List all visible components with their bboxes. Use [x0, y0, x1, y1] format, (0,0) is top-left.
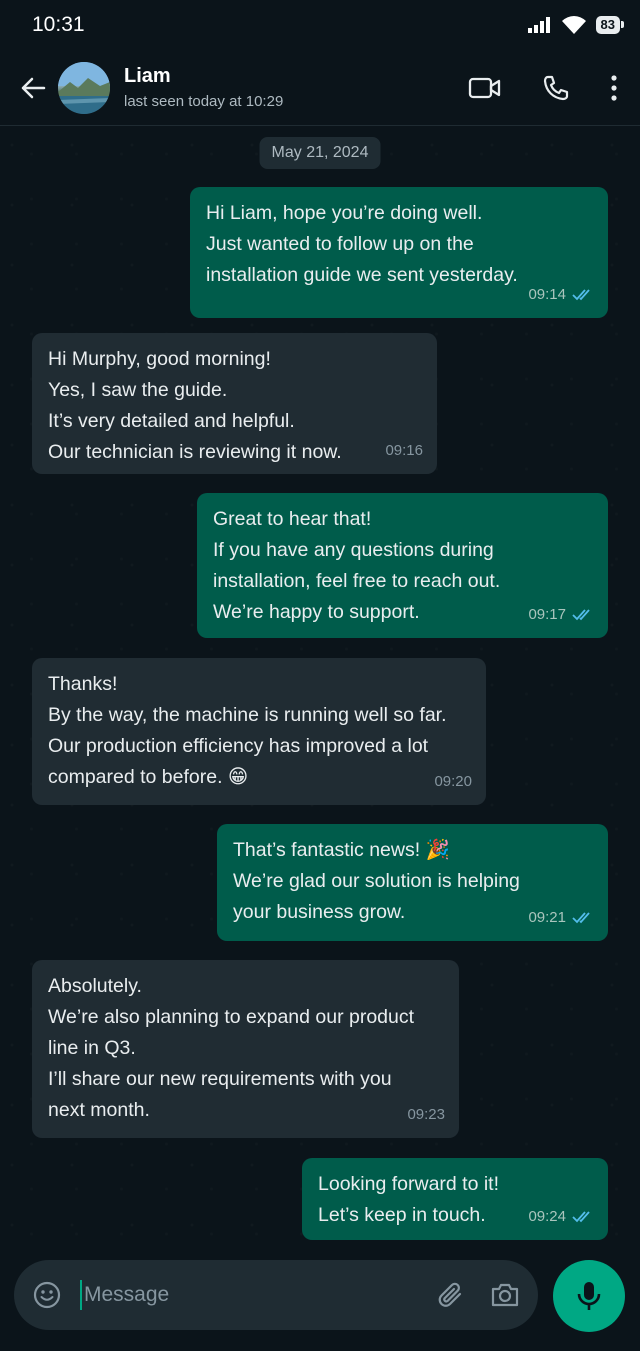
- avatar-landscape-image: [58, 61, 110, 114]
- back-button[interactable]: [18, 73, 48, 103]
- contact-name: Liam: [124, 65, 171, 87]
- message-bubble-outgoing[interactable]: Great to hear that! If you have any ques…: [197, 493, 608, 638]
- paperclip-icon: [438, 1282, 462, 1307]
- video-call-button[interactable]: [468, 76, 502, 100]
- message-text-line: installation, feel free to reach out.: [213, 570, 501, 592]
- message-time: 09:14: [528, 286, 566, 303]
- chat-area[interactable]: May 21, 2024 Hi Liam, hope you’re doing …: [0, 127, 640, 1261]
- double-check-icon: [572, 608, 590, 620]
- message-time: 09:16: [385, 442, 423, 459]
- message-text-line: We’re also planning to expand our produc…: [48, 1006, 415, 1028]
- message-bubble-incoming[interactable]: Absolutely. We’re also planning to expan…: [32, 960, 459, 1138]
- double-check-icon: [572, 911, 590, 923]
- message-text-line: By the way, the machine is running well …: [48, 704, 447, 726]
- message-text-line: Just wanted to follow up on the: [206, 233, 474, 255]
- message-text-line: If you have any questions during: [213, 539, 494, 561]
- message-bubble-incoming[interactable]: Hi Murphy, good morning! Yes, I saw the …: [32, 333, 437, 474]
- battery-icon: 83: [595, 16, 625, 34]
- video-camera-icon: [468, 77, 501, 98]
- camera-button[interactable]: [490, 1281, 520, 1309]
- message-text-line: That’s fantastic news! 🎉: [233, 839, 450, 861]
- message-text-line: We’re glad our solution is helping: [233, 870, 520, 892]
- emoji-icon: [33, 1281, 61, 1309]
- message-text-line: Hi Liam, hope you’re doing well.: [206, 202, 483, 224]
- more-options-button[interactable]: [610, 74, 618, 101]
- voice-message-button[interactable]: [553, 1260, 625, 1332]
- message-time: 09:24: [528, 1208, 566, 1225]
- phone-icon: [543, 75, 569, 100]
- message-text-line: Our production efficiency has improved a…: [48, 735, 429, 757]
- message-text-line: I’ll share our new requirements with you: [48, 1068, 392, 1090]
- status-time: 10:31: [32, 13, 85, 36]
- message-bubble-outgoing[interactable]: Looking forward to it! Let’s keep in tou…: [302, 1158, 608, 1240]
- message-time: 09:17: [528, 606, 566, 623]
- message-text-line: next month.: [48, 1099, 150, 1121]
- message-text-line: compared to before. 😁: [48, 766, 249, 788]
- more-vertical-icon: [611, 74, 617, 101]
- signal-icon: [527, 17, 550, 33]
- message-input[interactable]: [80, 1280, 412, 1310]
- message-text-line: Our technician is reviewing it now.: [48, 441, 342, 463]
- double-check-icon: [572, 288, 590, 300]
- message-text-line: line in Q3.: [48, 1037, 136, 1059]
- attach-button[interactable]: [436, 1280, 466, 1310]
- contact-info[interactable]: Liam last seen today at 10:29: [124, 65, 468, 110]
- message-text-line: Looking forward to it!: [318, 1173, 500, 1195]
- message-time: 09:20: [434, 773, 472, 790]
- double-check-icon: [572, 1210, 590, 1222]
- message-bubble-outgoing[interactable]: Hi Liam, hope you’re doing well. Just wa…: [190, 187, 608, 318]
- message-bubble-incoming[interactable]: Thanks! By the way, the machine is runni…: [32, 658, 486, 805]
- wifi-icon: [561, 16, 586, 34]
- arrow-left-icon: [21, 77, 46, 98]
- message-time: 09:21: [528, 909, 566, 926]
- message-time: 09:23: [407, 1106, 445, 1123]
- message-text-line: Yes, I saw the guide.: [48, 379, 228, 401]
- date-separator: May 21, 2024: [259, 137, 381, 169]
- last-seen-status: last seen today at 10:29: [124, 93, 284, 110]
- emoji-button[interactable]: [32, 1280, 62, 1310]
- status-bar: 10:31 83: [0, 0, 640, 50]
- message-text-line: Thanks!: [48, 673, 118, 695]
- message-composer: [14, 1260, 538, 1330]
- avatar[interactable]: [58, 61, 110, 114]
- microphone-icon: [577, 1282, 601, 1310]
- message-text-line: Absolutely.: [48, 975, 142, 997]
- camera-icon: [491, 1283, 519, 1307]
- message-text-line: Great to hear that!: [213, 508, 372, 530]
- message-text-line: It’s very detailed and helpful.: [48, 410, 295, 432]
- message-bubble-outgoing[interactable]: That’s fantastic news! 🎉 We’re glad our …: [217, 824, 608, 941]
- message-text-line: Hi Murphy, good morning!: [48, 348, 271, 370]
- chat-header: Liam last seen today at 10:29: [0, 50, 640, 126]
- status-icons: 83: [527, 16, 625, 34]
- voice-call-button[interactable]: [542, 74, 570, 102]
